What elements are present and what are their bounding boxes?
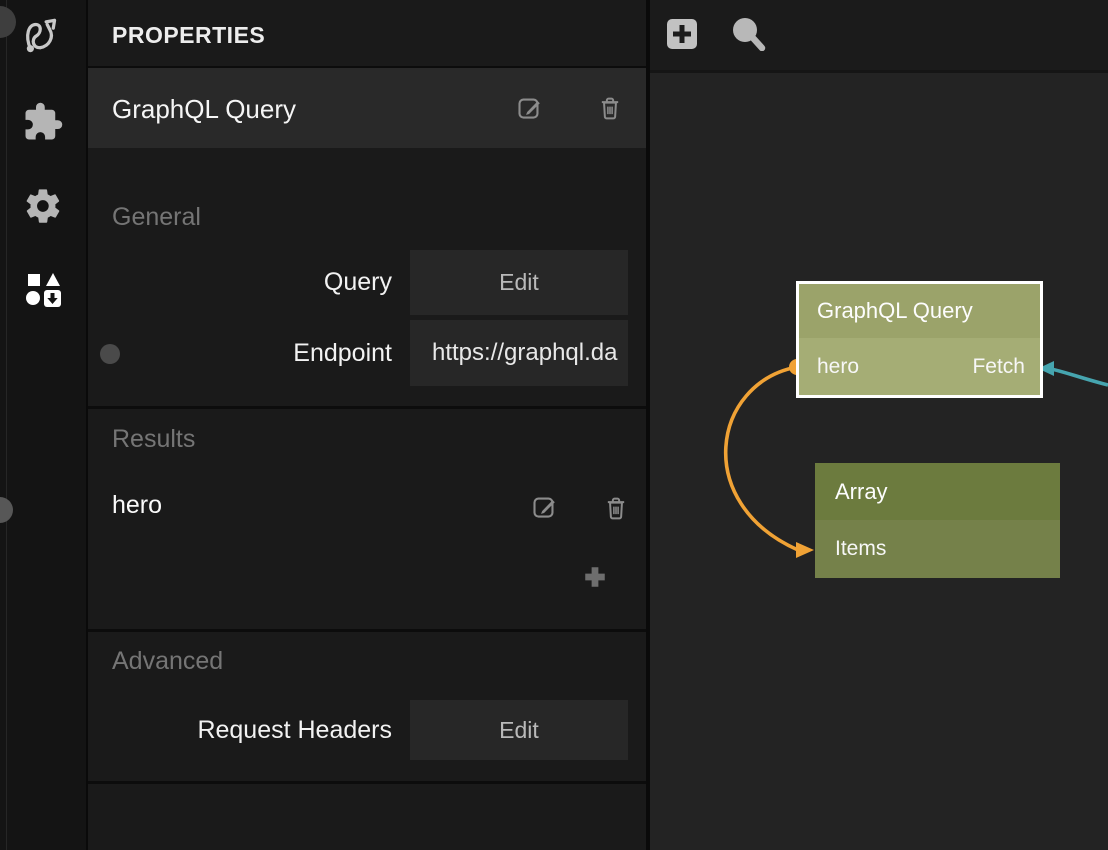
wire-hero-to-items[interactable] xyxy=(726,367,798,550)
wire-arrowhead-items xyxy=(796,542,814,558)
endpoint-label: Endpoint xyxy=(88,320,392,386)
app-window: PROPERTIES GraphQL Query General Q xyxy=(0,0,1108,850)
port-hero[interactable]: hero xyxy=(817,355,859,379)
section-label-results: Results xyxy=(112,425,195,454)
edge-handle-top[interactable] xyxy=(0,6,16,38)
edit-icon[interactable] xyxy=(516,94,544,122)
edge-handle-middle[interactable] xyxy=(0,497,13,523)
divider xyxy=(88,406,646,409)
request-headers-label: Request Headers xyxy=(88,700,392,760)
settings-icon[interactable] xyxy=(20,183,66,229)
node-graph-icon[interactable] xyxy=(20,12,66,58)
edit-icon[interactable] xyxy=(531,493,559,521)
divider xyxy=(88,629,646,632)
activity-bar xyxy=(0,0,88,850)
section-label-advanced: Advanced xyxy=(112,647,223,676)
result-item-name: hero xyxy=(112,491,162,520)
query-label: Query xyxy=(88,250,392,315)
canvas-toolbar xyxy=(650,0,1108,73)
edge-divider xyxy=(6,0,7,850)
node-canvas[interactable]: GraphQL Query hero Fetch Array Items xyxy=(650,0,1108,850)
delete-icon[interactable] xyxy=(596,94,624,122)
properties-panel: PROPERTIES GraphQL Query General Q xyxy=(88,0,650,850)
panel-title: PROPERTIES xyxy=(112,22,265,49)
plugins-icon[interactable] xyxy=(20,99,66,145)
connection-layer xyxy=(650,0,1108,850)
add-result-button[interactable] xyxy=(580,562,610,592)
query-edit-button[interactable]: Edit xyxy=(410,250,628,315)
selected-node-row[interactable]: GraphQL Query xyxy=(88,68,646,148)
node-title[interactable]: GraphQL Query xyxy=(799,284,1040,338)
node-title[interactable]: Array xyxy=(815,463,1060,520)
divider xyxy=(88,781,646,784)
node-graphql-query[interactable]: GraphQL Query hero Fetch xyxy=(796,281,1043,398)
wire-offscreen-to-fetch[interactable] xyxy=(1046,368,1108,385)
request-headers-edit-button[interactable]: Edit xyxy=(410,700,628,760)
components-icon[interactable] xyxy=(20,266,66,312)
search-icon[interactable] xyxy=(730,15,766,51)
add-node-icon[interactable] xyxy=(666,18,698,50)
section-label-general: General xyxy=(112,203,201,232)
port-fetch[interactable]: Fetch xyxy=(972,355,1025,379)
port-items[interactable]: Items xyxy=(835,537,886,561)
endpoint-input[interactable]: https://graphql.da xyxy=(410,320,628,386)
selected-node-name: GraphQL Query xyxy=(112,94,296,125)
delete-icon[interactable] xyxy=(602,494,630,522)
node-array[interactable]: Array Items xyxy=(815,463,1060,578)
